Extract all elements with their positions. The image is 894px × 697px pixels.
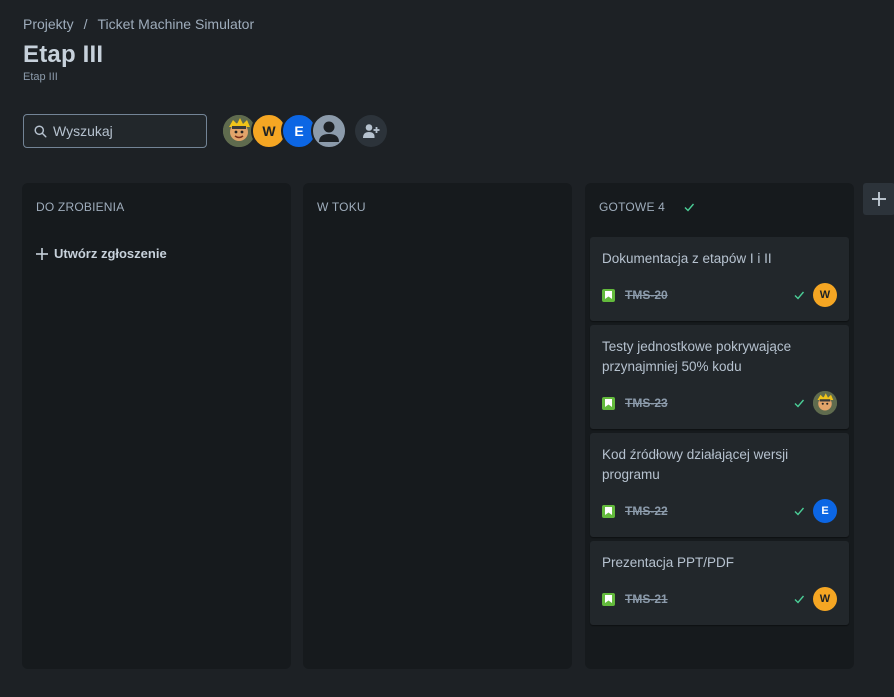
column-todo-title: DO ZROBIENIA	[36, 200, 125, 214]
done-check-icon	[793, 593, 805, 605]
issue-card-footer: TMS-21 W	[602, 587, 837, 611]
issue-card[interactable]: Dokumentacja z etapów I i II TMS-20 W	[590, 237, 849, 321]
column-in-progress-header: W TOKU	[317, 200, 366, 214]
column-done: GOTOWE 4 Dokumentacja z etapów I i II TM…	[585, 183, 854, 669]
issue-card[interactable]: Testy jednostkowe pokrywające przynajmni…	[590, 325, 849, 429]
create-issue-button[interactable]: Utwórz zgłoszenie	[36, 246, 167, 261]
add-people-icon	[363, 124, 380, 138]
issue-card-title: Dokumentacja z etapów I i II	[602, 251, 772, 266]
user-silhouette-icon	[319, 121, 339, 142]
column-done-title: GOTOWE 4	[599, 200, 666, 214]
column-todo: DO ZROBIENIA Utwórz zgłoszenie	[22, 183, 291, 669]
issue-key[interactable]: TMS-20	[625, 288, 668, 302]
column-done-header: GOTOWE 4	[599, 200, 695, 214]
done-check-icon	[793, 397, 805, 409]
story-icon	[602, 396, 615, 410]
column-in-progress-title: W TOKU	[317, 200, 366, 214]
issue-key[interactable]: TMS-23	[625, 396, 668, 410]
column-todo-header: DO ZROBIENIA	[36, 200, 124, 214]
search-input[interactable]	[53, 123, 193, 139]
issue-card-title: Prezentacja PPT/PDF	[602, 555, 735, 570]
add-people-button[interactable]	[355, 115, 387, 147]
assignee-avatar[interactable]: E	[813, 499, 837, 523]
assignee-avatar[interactable]	[813, 391, 837, 415]
story-icon	[602, 288, 615, 302]
search-box[interactable]	[23, 114, 207, 148]
issue-card-footer: TMS-20 W	[602, 283, 837, 307]
issue-card[interactable]: Kod źródłowy działającej wersji programu…	[590, 433, 849, 537]
issue-card[interactable]: Prezentacja PPT/PDF TMS-21 W	[590, 541, 849, 625]
breadcrumb-projects-link[interactable]: Projekty	[23, 16, 74, 32]
page-title: Etap III	[23, 41, 104, 68]
assignee-avatar[interactable]: W	[813, 587, 837, 611]
search-icon	[34, 124, 47, 138]
issue-key[interactable]: TMS-21	[625, 592, 668, 606]
plus-icon	[36, 247, 48, 260]
issue-card-footer: TMS-22 E	[602, 499, 837, 523]
breadcrumb-separator: /	[83, 16, 88, 32]
plus-icon	[872, 192, 886, 206]
breadcrumb-project-link[interactable]: Ticket Machine Simulator	[97, 16, 254, 32]
column-in-progress: W TOKU	[303, 183, 572, 669]
issue-card-title: Testy jednostkowe pokrywające przynajmni…	[602, 339, 792, 374]
check-icon	[684, 203, 695, 212]
story-icon	[602, 592, 615, 606]
done-check-icon	[793, 289, 805, 301]
breadcrumb: Projekty / Ticket Machine Simulator	[23, 16, 254, 32]
add-column-button[interactable]	[863, 183, 894, 215]
story-icon	[602, 504, 615, 518]
user-photo-icon	[813, 391, 837, 415]
issue-key[interactable]: TMS-22	[625, 504, 668, 518]
avatar-default[interactable]	[311, 113, 347, 149]
issue-card-footer: TMS-23	[602, 391, 837, 415]
page-subtitle: Etap III	[23, 71, 58, 83]
issue-card-title: Kod źródłowy działającej wersji programu	[602, 447, 789, 482]
assignee-avatar[interactable]: W	[813, 283, 837, 307]
avatar-group: W E	[221, 113, 347, 149]
create-issue-label: Utwórz zgłoszenie	[54, 246, 167, 261]
done-check-icon	[793, 505, 805, 517]
board-page: Projekty / Ticket Machine Simulator Etap…	[0, 0, 894, 697]
